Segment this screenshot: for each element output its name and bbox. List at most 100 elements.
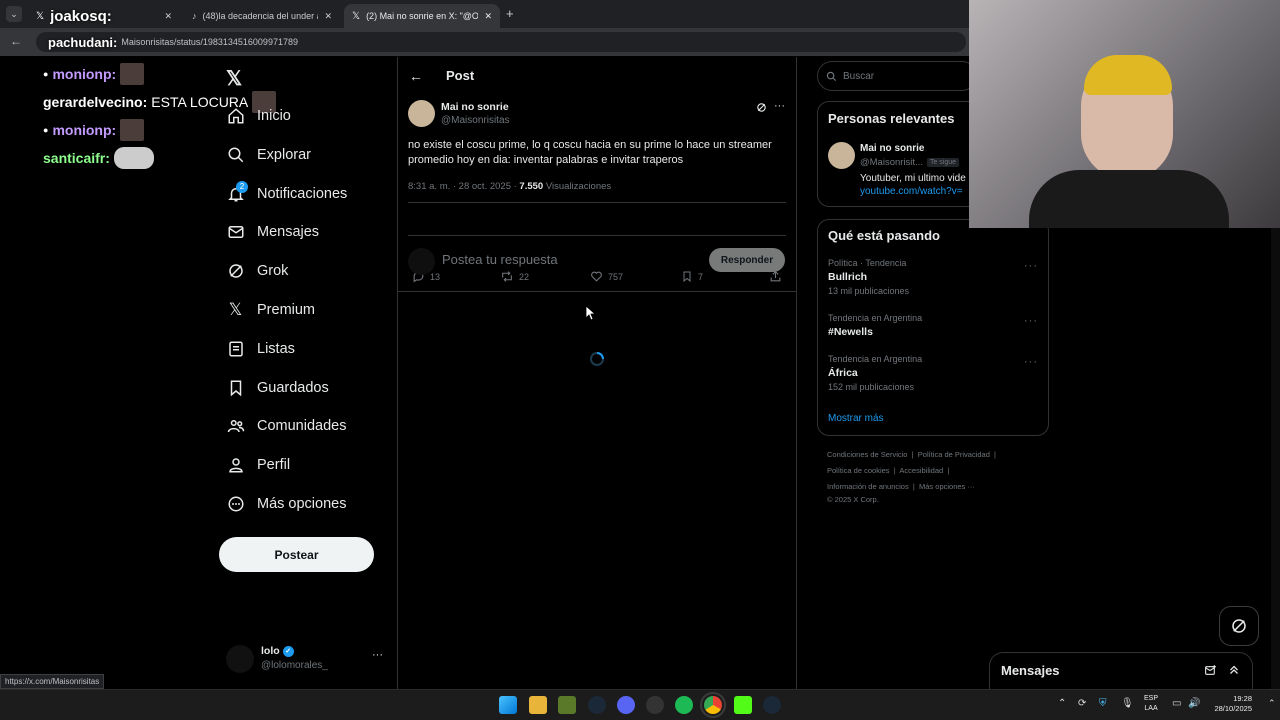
- divider: [408, 235, 786, 236]
- nav-item-guardados[interactable]: Guardados: [226, 375, 329, 401]
- sync-icon[interactable]: ⟳: [1078, 698, 1086, 709]
- bookmark-icon: [226, 379, 245, 398]
- notification-icon[interactable]: ⌃: [1268, 698, 1276, 709]
- clock-date: 28/10/2025: [1214, 704, 1252, 713]
- tab-1[interactable]: 𝕏 joakosq: ✕: [28, 4, 180, 28]
- footer-link[interactable]: Información de anuncios: [827, 482, 909, 491]
- language-indicator[interactable]: ESP LAA: [1144, 694, 1158, 714]
- relevant-link[interactable]: youtube.com/watch?v=: [860, 186, 963, 197]
- nav-item-inicio[interactable]: Inicio: [226, 103, 291, 129]
- messages-drawer[interactable]: Mensajes: [989, 652, 1253, 689]
- back-arrow-icon[interactable]: ←: [409, 68, 423, 84]
- grok-icon[interactable]: [756, 102, 767, 113]
- footer-link[interactable]: Más opciones ···: [919, 482, 975, 491]
- chat-user: santicaifr:: [43, 150, 110, 166]
- scrollbar[interactable]: [1271, 228, 1280, 689]
- nav-label: Listas: [257, 341, 295, 357]
- nav-item-perfil[interactable]: Perfil: [226, 452, 290, 478]
- footer-link[interactable]: Condiciones de Servicio: [827, 450, 907, 459]
- bell-icon: 2: [226, 180, 248, 204]
- windows-start-icon[interactable]: [499, 696, 517, 714]
- close-icon[interactable]: ✕: [164, 11, 172, 22]
- search-input[interactable]: Buscar: [817, 61, 977, 91]
- kick-icon[interactable]: [734, 696, 752, 714]
- grok-floating-button[interactable]: [1219, 606, 1259, 646]
- reply-button[interactable]: Responder: [709, 248, 785, 272]
- more-icon[interactable]: ···: [1024, 356, 1038, 368]
- nav-item-explorar[interactable]: Explorar: [226, 142, 311, 168]
- network-icon[interactable]: ▭: [1172, 698, 1181, 709]
- account-handle: @lolomorales_: [261, 660, 328, 671]
- more-icon[interactable]: ···: [1024, 315, 1038, 327]
- footer-link[interactable]: Accesibilidad: [899, 466, 943, 475]
- minecraft-icon[interactable]: [558, 696, 576, 714]
- chevron-up-icon[interactable]: [1228, 663, 1240, 676]
- chat-message: ● monionp:: [43, 63, 145, 85]
- footer-link[interactable]: Política de Privacidad: [918, 450, 990, 459]
- post-time[interactable]: 8:31 a. m. · 28 oct. 2025 ·: [408, 181, 519, 192]
- repost-action[interactable]: 22: [500, 270, 529, 283]
- trend-item[interactable]: Tendencia en Argentina #Newells ···: [818, 313, 1048, 343]
- relevant-name[interactable]: Mai no sonrie: [860, 143, 924, 154]
- trend-item[interactable]: Tendencia en Argentina África 152 mil pu…: [818, 354, 1048, 396]
- tab-1-title: joakosq:: [50, 7, 112, 25]
- new-tab-button[interactable]: +: [506, 6, 514, 21]
- nav-item-comunidades[interactable]: Comunidades: [226, 413, 346, 439]
- relevant-handle[interactable]: @Maisonrisit...: [860, 157, 923, 168]
- chevron-up-icon[interactable]: ⌃: [1058, 698, 1066, 709]
- footer-row: © 2025 X Corp.: [827, 495, 879, 504]
- account-switcher[interactable]: lolo ✓ @lolomorales_ ···: [226, 643, 406, 677]
- trend-name: #Newells: [828, 326, 873, 338]
- clock[interactable]: 19:28 28/10/2025: [1208, 694, 1252, 714]
- avatar[interactable]: [828, 142, 855, 169]
- discord-icon[interactable]: [617, 696, 635, 714]
- tab-3[interactable]: 𝕏 (2) Mai no sonrie en X: "@OOC ✕: [344, 4, 500, 28]
- trends-card: Qué está pasando Política · Tendencia Bu…: [817, 219, 1049, 436]
- close-icon[interactable]: ✕: [324, 11, 332, 22]
- chrome-icon[interactable]: [700, 692, 726, 718]
- nav-item-mas-opciones[interactable]: Más opciones: [226, 491, 346, 517]
- nav-item-grok[interactable]: Grok: [226, 258, 288, 284]
- nav-item-mensajes[interactable]: Mensajes: [226, 219, 319, 245]
- trend-item[interactable]: Política · Tendencia Bullrich 13 mil pub…: [818, 258, 1048, 300]
- tab-search-button[interactable]: ⌄: [6, 6, 22, 22]
- show-more-link[interactable]: Mostrar más: [828, 413, 884, 424]
- steam-icon[interactable]: [588, 696, 606, 714]
- microphone-icon[interactable]: 🎙: [1121, 698, 1134, 709]
- url-field[interactable]: pachudani: Maisonrisitas/status/19831345…: [36, 32, 966, 52]
- spotify-icon[interactable]: [675, 696, 693, 714]
- obs-icon[interactable]: [646, 696, 664, 714]
- bookmark-icon: [681, 270, 693, 283]
- nav-item-listas[interactable]: Listas: [226, 336, 295, 362]
- new-message-icon[interactable]: [1204, 664, 1217, 677]
- avatar[interactable]: [408, 100, 435, 127]
- nav-label: Mensajes: [257, 224, 320, 240]
- bookmark-action[interactable]: 7: [681, 270, 703, 283]
- author-handle[interactable]: @Maisonrisitas: [441, 115, 510, 126]
- post-button[interactable]: Postear: [219, 537, 374, 572]
- more-icon[interactable]: ···: [1024, 260, 1038, 272]
- avatar: [408, 248, 435, 275]
- like-count: 757: [608, 271, 624, 282]
- like-action[interactable]: 757: [590, 270, 623, 283]
- messages-drawer-title: Mensajes: [1001, 663, 1060, 678]
- shield-icon[interactable]: ⛨: [1099, 698, 1107, 709]
- nav-item-premium[interactable]: 𝕏 Premium: [226, 297, 315, 323]
- nav-item-notificaciones[interactable]: 2 Notificaciones: [226, 180, 347, 207]
- volume-icon[interactable]: 🔊: [1188, 698, 1200, 709]
- more-icon[interactable]: ···: [372, 649, 383, 661]
- search-placeholder: Buscar: [843, 70, 875, 82]
- x-logo-icon[interactable]: 𝕏: [226, 66, 242, 91]
- close-icon[interactable]: ✕: [484, 11, 492, 22]
- file-explorer-icon[interactable]: [529, 696, 547, 714]
- lang-layout: LAA: [1144, 705, 1158, 712]
- more-icon[interactable]: ···: [774, 100, 785, 112]
- post-meta: 8:31 a. m. · 28 oct. 2025 · 7.550 Visual…: [408, 181, 611, 192]
- author-name[interactable]: Mai no sonrie: [441, 101, 509, 113]
- steam-icon[interactable]: [763, 696, 781, 714]
- tab-2[interactable]: ♪ (48)la decadencia del under arg ✕: [184, 4, 340, 28]
- back-arrow-icon[interactable]: ←: [10, 34, 22, 48]
- footer-link[interactable]: Política de cookies: [827, 466, 890, 475]
- reply-input[interactable]: Postea tu respuesta: [442, 252, 558, 267]
- bookmark-count: 7: [698, 271, 704, 282]
